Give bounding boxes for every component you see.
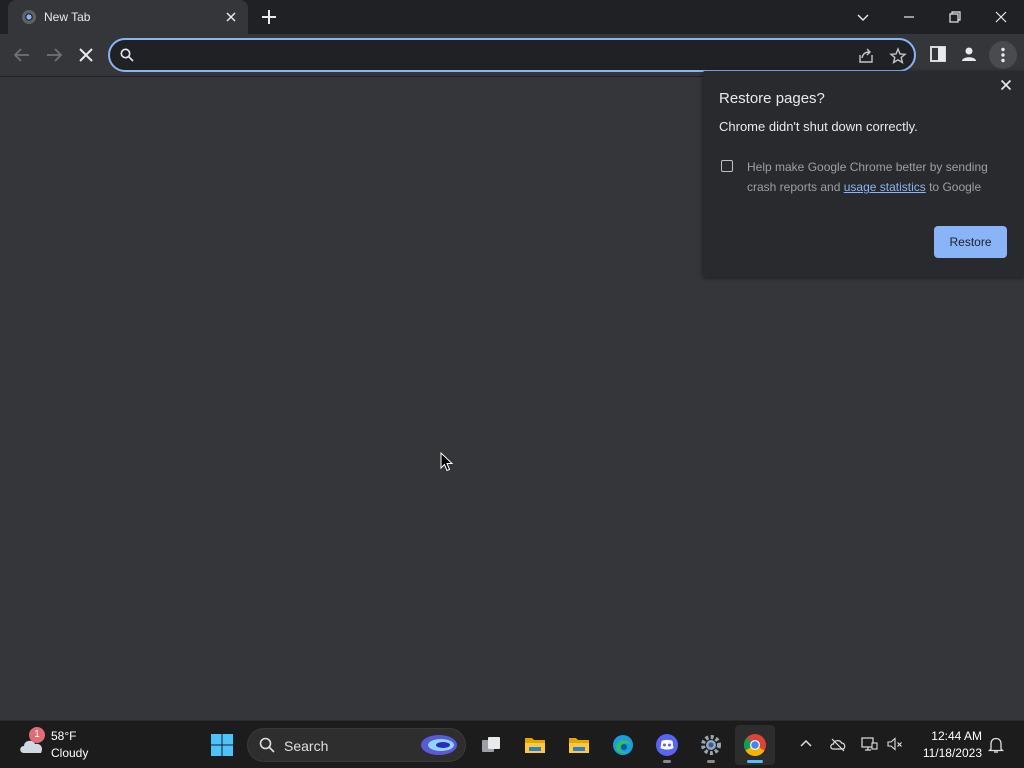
new-tab-plus-icon[interactable] bbox=[259, 7, 279, 27]
weather-condition: Cloudy bbox=[51, 746, 89, 760]
stop-loading-icon[interactable] bbox=[74, 43, 98, 67]
profile-icon[interactable] bbox=[958, 43, 980, 65]
task-view-icon bbox=[482, 737, 500, 752]
file-explorer-2-button[interactable] bbox=[559, 725, 599, 765]
back-arrow-icon[interactable] bbox=[10, 43, 34, 67]
share-icon[interactable] bbox=[857, 47, 875, 65]
address-input[interactable] bbox=[144, 44, 844, 66]
chrome-icon bbox=[744, 734, 766, 756]
crash-report-consent-text: Help make Google Chrome better by sendin… bbox=[747, 157, 1007, 197]
more-vert-icon bbox=[1001, 47, 1005, 63]
close-window-icon[interactable] bbox=[989, 5, 1013, 29]
mouse-cursor-icon bbox=[440, 452, 454, 472]
side-panel-icon[interactable] bbox=[927, 43, 949, 65]
settings-button[interactable] bbox=[691, 725, 731, 765]
chrome-menu-button[interactable] bbox=[989, 41, 1017, 69]
edge-button[interactable] bbox=[603, 725, 643, 765]
gear-icon bbox=[701, 735, 721, 755]
windows-start-icon[interactable] bbox=[210, 733, 234, 757]
bubble-title: Restore pages? bbox=[719, 90, 825, 107]
running-indicator bbox=[663, 760, 671, 763]
address-bar[interactable] bbox=[108, 38, 916, 72]
discord-button[interactable] bbox=[647, 725, 687, 765]
restore-button[interactable]: Restore bbox=[934, 226, 1007, 258]
bubble-message: Chrome didn't shut down correctly. bbox=[719, 119, 918, 134]
minimize-icon[interactable] bbox=[897, 5, 921, 29]
file-explorer-button[interactable] bbox=[515, 725, 555, 765]
discord-icon bbox=[656, 734, 678, 756]
restore-pages-bubble: Restore pages? Chrome didn't shut down c… bbox=[703, 71, 1024, 277]
search-icon bbox=[120, 48, 134, 62]
search-icon bbox=[259, 737, 275, 753]
notification-bell-icon[interactable] bbox=[988, 736, 1004, 754]
clock-date[interactable]: 11/18/2023 bbox=[918, 746, 982, 760]
tab-title: New Tab bbox=[44, 10, 91, 24]
active-indicator bbox=[747, 760, 763, 763]
weather-alert-badge: 1 bbox=[29, 727, 45, 743]
tab-new-tab[interactable]: New Tab bbox=[8, 0, 248, 34]
usage-statistics-link[interactable]: usage statistics bbox=[844, 180, 926, 194]
tab-search-chevron-icon[interactable] bbox=[851, 5, 875, 29]
onedrive-offline-icon[interactable] bbox=[829, 735, 847, 753]
forward-arrow-icon[interactable] bbox=[42, 43, 66, 67]
tab-close-icon[interactable] bbox=[223, 9, 239, 25]
chevron-up-icon[interactable] bbox=[797, 735, 815, 753]
search-highlight-icon bbox=[421, 735, 457, 755]
chrome-favicon-icon bbox=[22, 10, 36, 24]
close-icon[interactable] bbox=[998, 77, 1014, 93]
running-indicator bbox=[707, 760, 715, 763]
edge-icon bbox=[613, 735, 633, 755]
task-view-button[interactable] bbox=[471, 725, 511, 765]
weather-temperature: 58°F bbox=[51, 729, 77, 743]
consent-text-suffix: to Google bbox=[925, 180, 982, 194]
chrome-button[interactable] bbox=[735, 725, 775, 765]
volume-muted-icon[interactable] bbox=[886, 735, 904, 753]
folder-icon bbox=[569, 738, 589, 753]
taskbar-search-box[interactable]: Search bbox=[247, 728, 466, 762]
tab-strip: New Tab bbox=[0, 0, 1024, 34]
crash-report-checkbox[interactable] bbox=[721, 160, 733, 172]
clock-time[interactable]: 12:44 AM bbox=[918, 729, 982, 743]
windows-taskbar: 1 58°F Cloudy Search 12:44 AM 11/18/2023 bbox=[0, 720, 1024, 768]
folder-icon bbox=[525, 738, 545, 753]
bookmark-star-icon[interactable] bbox=[889, 47, 907, 65]
search-box-label: Search bbox=[284, 738, 329, 754]
restore-window-icon[interactable] bbox=[943, 5, 967, 29]
display-network-icon[interactable] bbox=[860, 735, 878, 753]
